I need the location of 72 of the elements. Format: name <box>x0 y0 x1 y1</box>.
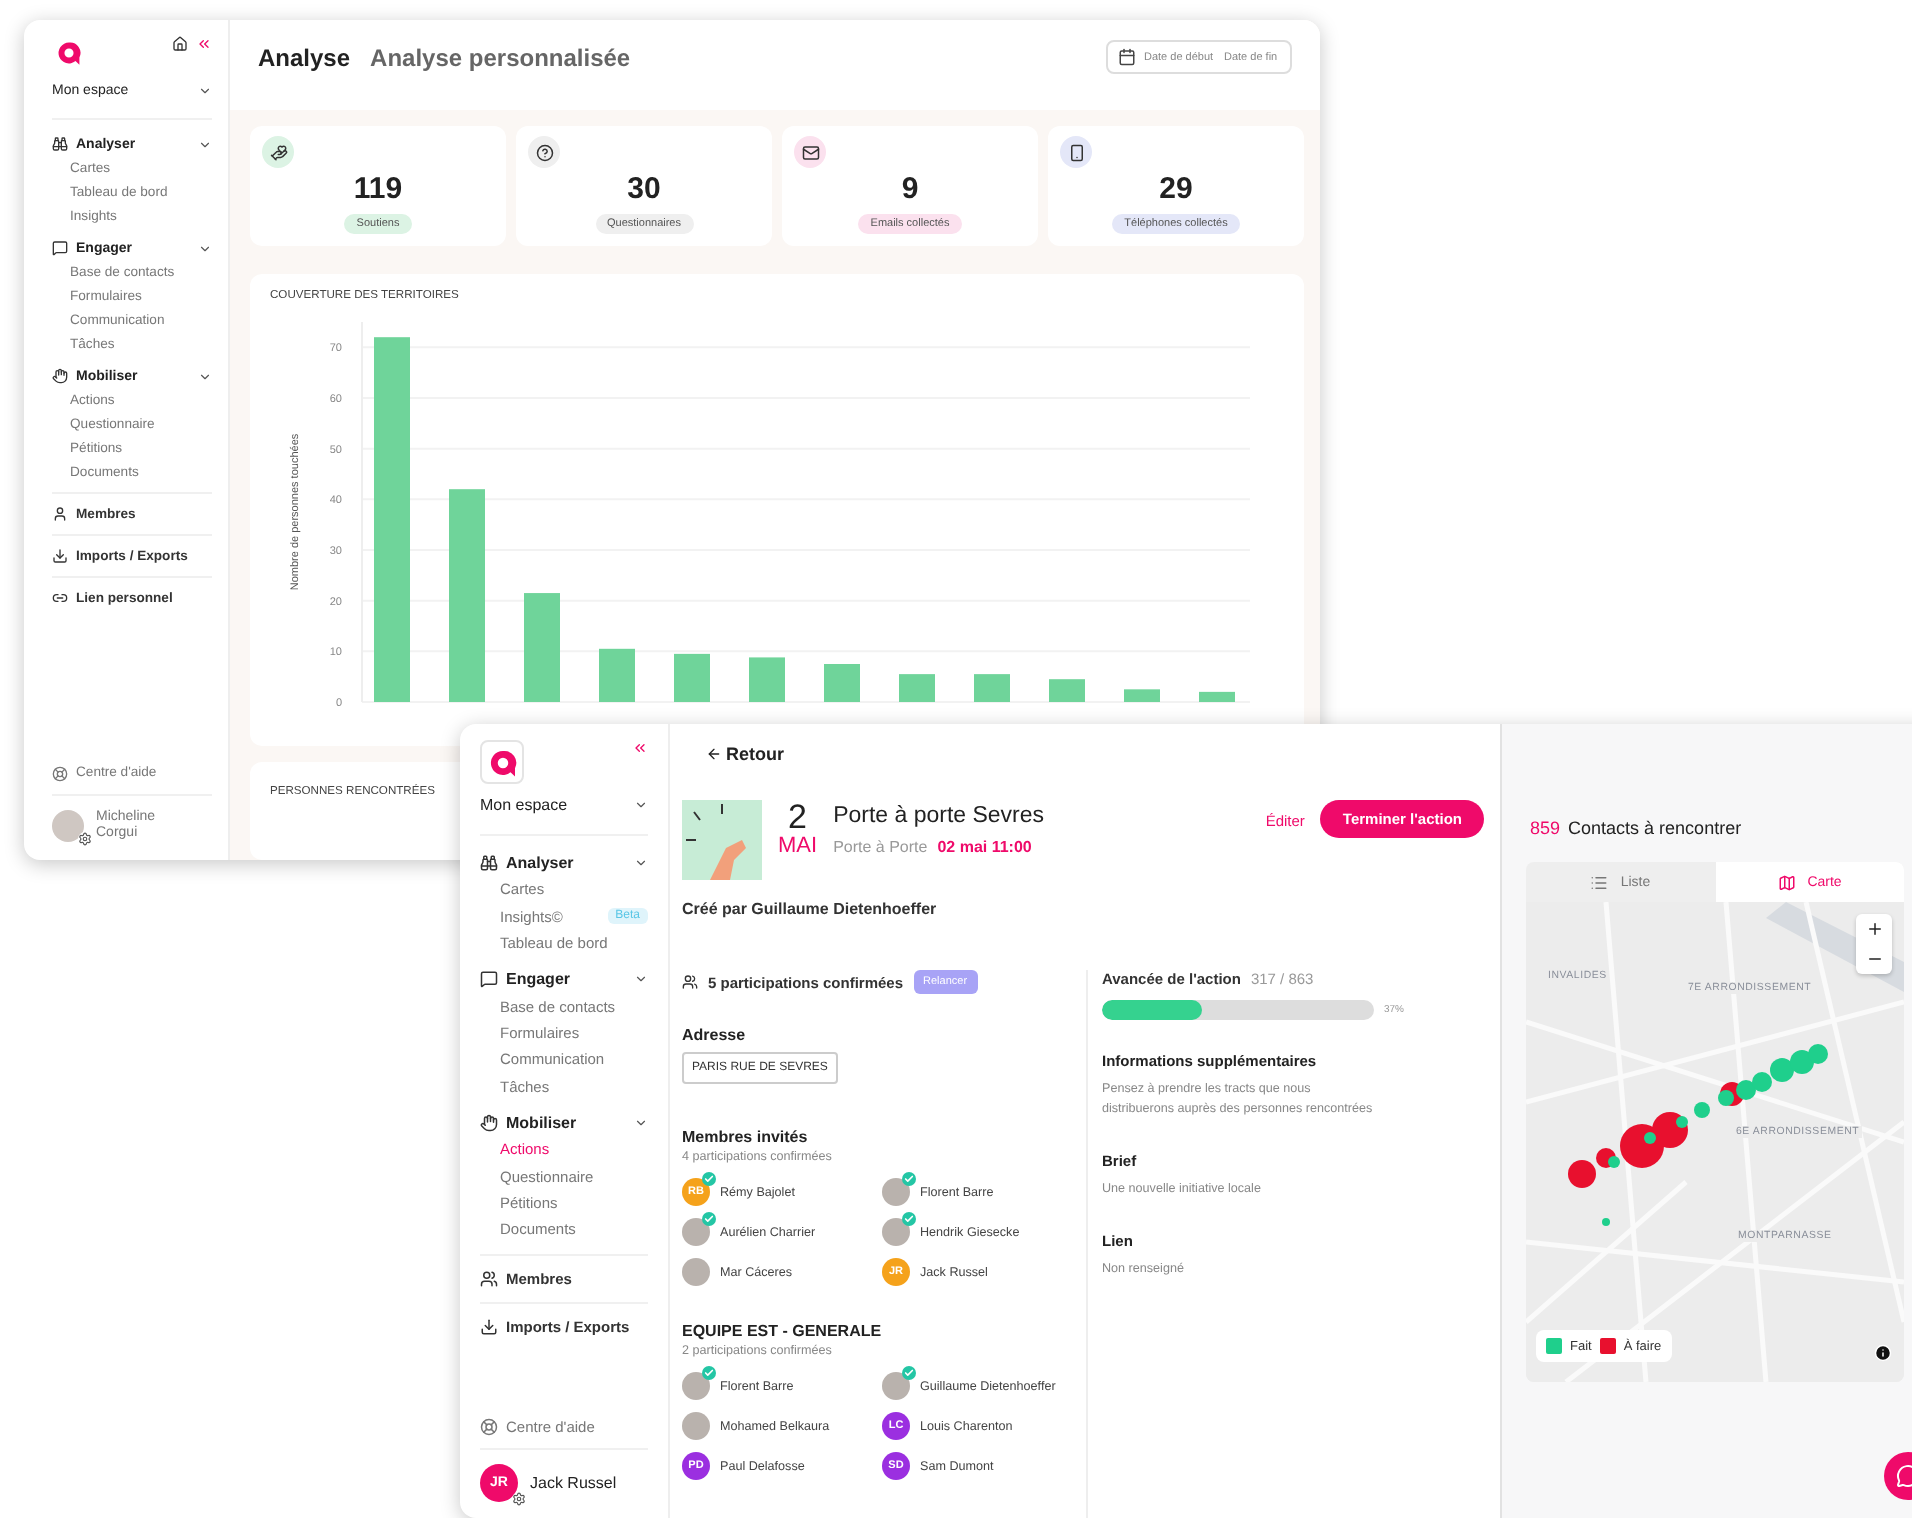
chevron-down-icon <box>634 856 648 870</box>
stat-value: 119 <box>353 172 403 206</box>
logo-icon <box>487 747 517 777</box>
contacts-count: 859 <box>1530 818 1561 838</box>
person-icon <box>52 506 68 522</box>
bar <box>1199 691 1235 702</box>
collapse-icon[interactable] <box>196 36 212 52</box>
lifebuoy-icon <box>480 1418 498 1436</box>
settings-icon <box>78 832 92 847</box>
stat-value: 29 <box>1159 172 1193 206</box>
hand-illustration <box>682 800 762 880</box>
users-icon <box>682 974 698 990</box>
link-icon <box>52 590 68 606</box>
bar <box>1124 689 1160 702</box>
day-number: 2 <box>788 800 808 834</box>
bar <box>524 593 560 702</box>
nav-section[interactable]: Analyser <box>480 854 648 872</box>
section-title: EQUIPE EST - GENERALE <box>682 1322 884 1341</box>
user-name: Jack Russel <box>530 1473 617 1493</box>
binoculars-icon <box>52 136 68 152</box>
bar <box>749 657 785 702</box>
bar <box>974 674 1010 702</box>
bar <box>674 653 710 702</box>
nav-section[interactable]: Engager <box>480 970 648 989</box>
chevron-down-icon <box>634 1115 648 1130</box>
section-title: Adresse <box>682 1026 748 1044</box>
info-icon[interactable] <box>1874 1344 1892 1362</box>
phone-icon <box>1067 143 1085 161</box>
collapse-icon[interactable] <box>632 740 648 756</box>
mail-icon <box>801 143 819 161</box>
home-icon[interactable] <box>172 36 188 52</box>
calendar-icon <box>1118 48 1136 66</box>
bar <box>899 674 935 702</box>
logo[interactable] <box>480 740 524 784</box>
nav-section[interactable]: Mobiliser <box>480 1113 648 1132</box>
section-title: Membres invités <box>682 1128 810 1146</box>
map-icon <box>1777 873 1796 891</box>
users-icon <box>480 1270 498 1289</box>
bar <box>599 648 635 702</box>
hand-icon <box>480 1113 498 1132</box>
chevron-down-icon <box>198 137 212 151</box>
stat-value: 30 <box>627 172 661 206</box>
chevron-down-icon <box>634 798 648 812</box>
hand-heart-icon <box>269 143 287 161</box>
page-tab[interactable]: Analyse personnalisée <box>370 43 631 71</box>
workspace-dropdown[interactable]: Mon espace <box>480 796 648 836</box>
page-tab[interactable]: Analyse <box>258 43 351 71</box>
chevron-down-icon <box>198 241 212 255</box>
bar <box>824 664 860 702</box>
bar <box>1049 679 1085 702</box>
chevron-down-icon <box>198 84 212 98</box>
hand-icon <box>52 368 68 384</box>
question-icon <box>535 143 553 161</box>
action-type: Porte à Porte <box>833 838 928 856</box>
contacts-label: Contacts à rencontrer <box>1568 818 1742 838</box>
logo-icon <box>55 39 81 65</box>
plus-icon <box>1865 920 1883 938</box>
back-link[interactable]: Retour <box>706 744 1484 764</box>
chevron-down-icon <box>198 369 212 383</box>
arrow-left-icon <box>706 746 722 762</box>
binoculars-icon <box>480 854 498 872</box>
list-icon <box>1590 873 1609 891</box>
chevron-down-icon <box>634 972 648 987</box>
download-icon <box>52 548 68 564</box>
action-datetime: 02 mai 11:00 <box>937 838 1032 856</box>
settings-icon <box>512 1492 526 1506</box>
creator-text: Créé par Guillaume Dietenhoeffer <box>682 900 939 918</box>
download-icon <box>480 1318 498 1337</box>
month-label: MAI <box>778 834 818 858</box>
lifebuoy-icon <box>52 765 68 781</box>
action-title: Porte à porte Sevres <box>833 804 1047 828</box>
stat-value: 9 <box>901 172 919 206</box>
